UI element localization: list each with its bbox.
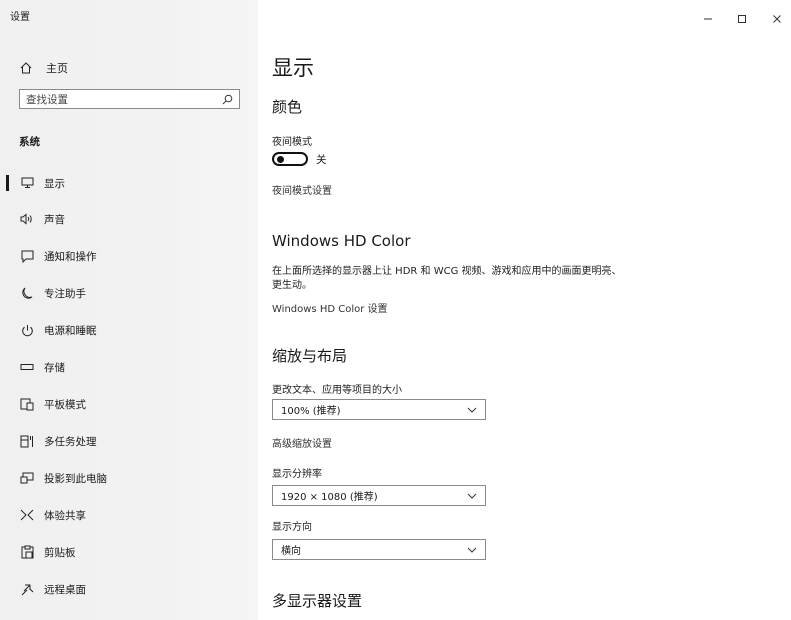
- sidebar-item-label: 体验共享: [44, 509, 86, 522]
- notification-icon: [19, 248, 35, 264]
- sidebar-item-focus-assist[interactable]: 专注助手: [0, 283, 258, 303]
- chevron-down-icon: [467, 543, 477, 556]
- sidebar-item-label: 平板模式: [44, 398, 86, 411]
- home-icon: [19, 61, 33, 75]
- sidebar-item-label: 投影到此电脑: [44, 472, 107, 485]
- sidebar-item-remote-desktop[interactable]: 远程桌面: [0, 579, 258, 599]
- hdr-heading: Windows HD Color: [272, 232, 411, 250]
- speaker-icon: [19, 211, 35, 227]
- sidebar-item-label: 专注助手: [44, 287, 86, 300]
- sidebar-item-sound[interactable]: 声音: [0, 209, 258, 229]
- toggle-knob: [277, 156, 284, 163]
- scale-heading: 缩放与布局: [272, 347, 348, 365]
- maximize-button[interactable]: [732, 12, 752, 28]
- text-size-value: 100% (推荐): [281, 406, 341, 417]
- multi-display-heading: 多显示器设置: [272, 592, 363, 610]
- sidebar-item-label: 通知和操作: [44, 250, 97, 263]
- remote-desktop-icon: [19, 581, 35, 597]
- text-size-label: 更改文本、应用等项目的大小: [272, 385, 402, 396]
- sidebar-item-multitasking[interactable]: 多任务处理: [0, 431, 258, 451]
- search-input[interactable]: 查找设置: [19, 89, 240, 109]
- sidebar-item-label: 声音: [44, 213, 65, 226]
- sidebar-item-label: 存储: [44, 361, 65, 374]
- app-title: 设置: [10, 12, 30, 23]
- sidebar-item-label: 电源和睡眠: [44, 324, 97, 337]
- minimize-icon: [703, 13, 713, 27]
- sidebar-item-tablet-mode[interactable]: 平板模式: [0, 394, 258, 414]
- hdr-description: 在上面所选择的显示器上让 HDR 和 WCG 视频、游戏和应用中的画面更明亮、更…: [272, 266, 622, 291]
- power-icon: [19, 322, 35, 338]
- project-icon: [19, 470, 35, 486]
- text-size-dropdown[interactable]: 100% (推荐): [272, 399, 486, 420]
- moon-icon: [19, 285, 35, 301]
- clipboard-icon: [19, 544, 35, 560]
- monitor-icon: [19, 175, 35, 191]
- night-mode-toggle[interactable]: [272, 152, 308, 166]
- sidebar-item-shared-experiences[interactable]: 体验共享: [0, 505, 258, 525]
- sidebar-item-notifications[interactable]: 通知和操作: [0, 246, 258, 266]
- sidebar-item-label: 显示: [44, 177, 65, 190]
- sidebar-item-label: 远程桌面: [44, 583, 86, 596]
- night-mode-state: 关: [316, 154, 327, 166]
- orientation-label: 显示方向: [272, 522, 312, 533]
- sidebar-item-label: 剪贴板: [44, 546, 76, 559]
- sidebar-item-display[interactable]: 显示: [0, 173, 258, 193]
- search-placeholder: 查找设置: [26, 93, 68, 106]
- sidebar-item-clipboard[interactable]: 剪贴板: [0, 542, 258, 562]
- close-button[interactable]: [767, 12, 787, 28]
- advanced-scaling-link[interactable]: 高级缩放设置: [272, 435, 332, 450]
- section-label-system: 系统: [19, 136, 40, 148]
- resolution-value: 1920 × 1080 (推荐): [281, 492, 378, 503]
- share-icon: [19, 507, 35, 523]
- sidebar-item-storage[interactable]: 存储: [0, 357, 258, 377]
- multitask-icon: [19, 433, 35, 449]
- maximize-icon: [737, 13, 747, 27]
- tablet-icon: [19, 396, 35, 412]
- home-label: 主页: [46, 62, 68, 75]
- resolution-label: 显示分辨率: [272, 469, 322, 480]
- night-mode-settings-link[interactable]: 夜间模式设置: [272, 182, 332, 197]
- page-title: 显示: [272, 56, 314, 80]
- selected-indicator: [6, 175, 9, 191]
- orientation-dropdown[interactable]: 横向: [272, 539, 486, 560]
- night-mode-label: 夜间模式: [272, 137, 312, 148]
- close-icon: [772, 13, 782, 27]
- resolution-dropdown[interactable]: 1920 × 1080 (推荐): [272, 485, 486, 506]
- color-heading: 颜色: [272, 98, 303, 116]
- sidebar-item-project[interactable]: 投影到此电脑: [0, 468, 258, 488]
- search-icon: [222, 94, 233, 105]
- sidebar-item-label: 多任务处理: [44, 435, 97, 448]
- sidebar-item-power[interactable]: 电源和睡眠: [0, 320, 258, 340]
- storage-icon: [19, 359, 35, 375]
- home-nav-item[interactable]: 主页: [19, 59, 68, 77]
- chevron-down-icon: [467, 403, 477, 416]
- hdr-settings-link[interactable]: Windows HD Color 设置: [272, 300, 388, 315]
- orientation-value: 横向: [281, 546, 301, 557]
- sidebar: 设置 主页 查找设置 系统 显示 声音 通知和操作 专注助手 电源和睡眠 存储 …: [0, 0, 258, 620]
- chevron-down-icon: [467, 489, 477, 502]
- minimize-button[interactable]: [698, 12, 718, 28]
